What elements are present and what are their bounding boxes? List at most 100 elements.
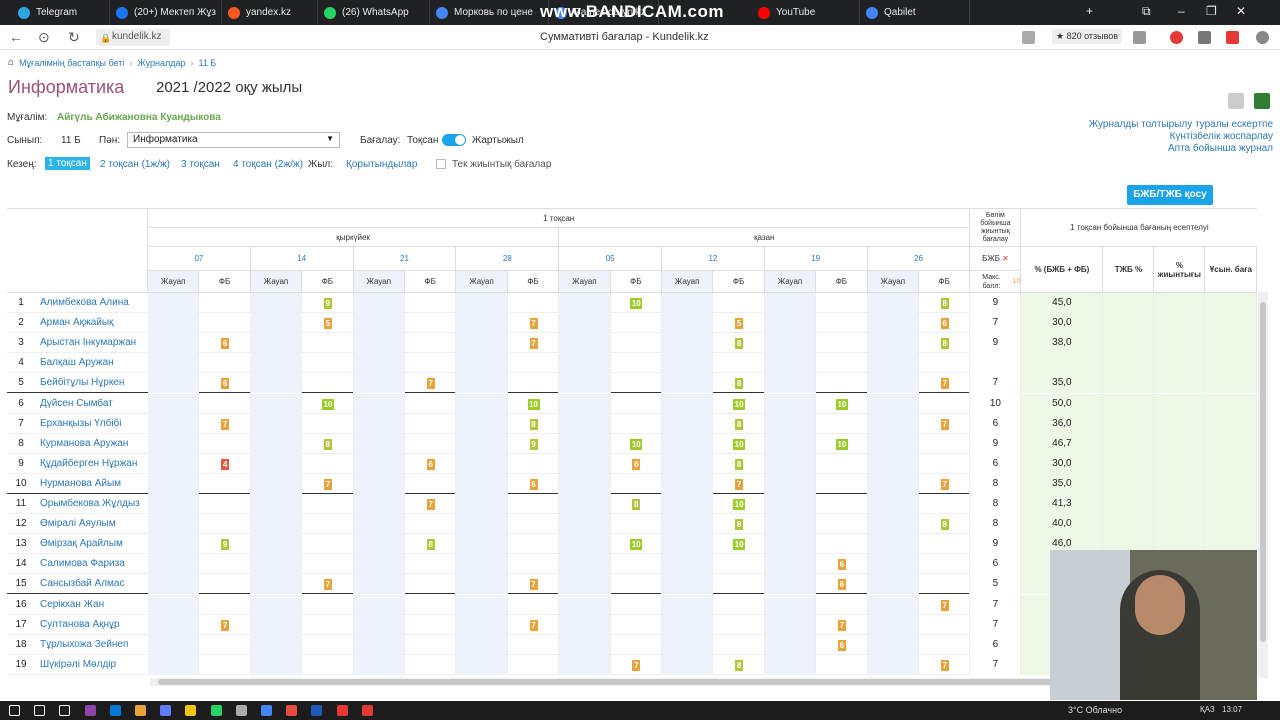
grade-cell[interactable] bbox=[148, 313, 200, 334]
student-name[interactable]: Шүкірәлі Мөлдір bbox=[40, 659, 116, 670]
grade-cell[interactable] bbox=[250, 353, 303, 374]
grade-cell[interactable] bbox=[713, 594, 765, 615]
excel-icon[interactable] bbox=[1254, 93, 1270, 109]
grade-cell[interactable] bbox=[713, 554, 765, 575]
grade-cell[interactable] bbox=[148, 554, 200, 575]
home-icon[interactable]: ⌂ bbox=[8, 57, 14, 68]
grade-cell[interactable] bbox=[559, 353, 611, 374]
grade-cell[interactable] bbox=[559, 413, 611, 434]
grade-cell[interactable] bbox=[764, 514, 817, 535]
grade-cell[interactable] bbox=[302, 534, 354, 555]
grade-badge[interactable]: 10 bbox=[630, 438, 643, 450]
grade-badge[interactable]: 6 bbox=[426, 458, 435, 470]
grade-cell[interactable] bbox=[919, 393, 971, 414]
grade-cell[interactable] bbox=[662, 293, 714, 313]
grade-cell[interactable] bbox=[353, 373, 405, 394]
grade-cell[interactable] bbox=[302, 634, 354, 655]
grade-cell[interactable] bbox=[919, 574, 971, 595]
grade-cell[interactable] bbox=[662, 473, 714, 494]
student-name[interactable]: Султанова Ақнұр bbox=[40, 619, 120, 630]
grade-cell[interactable] bbox=[148, 574, 200, 595]
grade-badge[interactable]: 6 bbox=[221, 338, 230, 350]
grade-cell[interactable] bbox=[405, 574, 457, 595]
summary-link[interactable]: Қорытындылар bbox=[346, 159, 417, 170]
grade-cell[interactable] bbox=[508, 453, 560, 474]
grade-cell[interactable] bbox=[302, 594, 354, 615]
grade-cell[interactable] bbox=[250, 574, 303, 595]
grade-cell[interactable] bbox=[405, 313, 457, 334]
grade-cell[interactable] bbox=[456, 293, 508, 313]
browser-tab[interactable]: Морковь по цене bbox=[430, 0, 549, 25]
grade-cell[interactable] bbox=[456, 534, 508, 555]
grade-cell[interactable] bbox=[816, 313, 868, 334]
grade-badge[interactable]: 7 bbox=[529, 579, 538, 591]
grade-cell[interactable] bbox=[816, 353, 868, 374]
grade-cell[interactable] bbox=[148, 654, 200, 675]
grade-badge[interactable]: 10 bbox=[527, 398, 540, 410]
grade-badge[interactable]: 10 bbox=[630, 539, 643, 551]
grade-cell[interactable] bbox=[764, 614, 817, 635]
grade-cell[interactable] bbox=[199, 353, 251, 374]
grade-cell[interactable] bbox=[662, 373, 714, 394]
grade-cell[interactable] bbox=[611, 614, 662, 635]
grade-cell[interactable] bbox=[199, 494, 251, 514]
student-name[interactable]: Ерханқызы Үлбібі bbox=[40, 418, 122, 429]
grade-cell[interactable] bbox=[405, 293, 457, 313]
bjb-score[interactable]: 6 bbox=[970, 453, 1022, 474]
grade-cell[interactable] bbox=[250, 453, 303, 474]
grade-cell[interactable] bbox=[611, 554, 662, 575]
grade-cell[interactable] bbox=[867, 614, 919, 635]
grade-cell[interactable] bbox=[662, 353, 714, 374]
grade-cell[interactable] bbox=[353, 473, 405, 494]
grade-cell[interactable] bbox=[456, 654, 508, 675]
subject-select[interactable]: Информатика ▼ bbox=[127, 132, 340, 148]
vertical-scrollbar[interactable] bbox=[1258, 292, 1268, 678]
record-icon[interactable] bbox=[361, 705, 373, 716]
grade-cell[interactable] bbox=[456, 453, 508, 474]
grade-cell[interactable] bbox=[559, 473, 611, 494]
grade-badge[interactable]: 7 bbox=[529, 318, 538, 330]
grade-badge[interactable]: 10 bbox=[733, 499, 746, 510]
student-name[interactable]: Өмірзақ Арайлым bbox=[40, 538, 123, 549]
grade-cell[interactable] bbox=[867, 333, 919, 354]
bookmark-icon[interactable] bbox=[1133, 31, 1146, 44]
grade-cell[interactable] bbox=[611, 333, 662, 354]
grade-cell[interactable] bbox=[148, 494, 200, 514]
browser-tab[interactable]: (26) WhatsApp bbox=[318, 0, 430, 25]
grade-cell[interactable] bbox=[559, 373, 611, 394]
student-name[interactable]: Салимова Фариза bbox=[40, 558, 125, 569]
grade-cell[interactable] bbox=[302, 514, 354, 535]
grade-cell[interactable] bbox=[456, 333, 508, 354]
grade-cell[interactable] bbox=[302, 453, 354, 474]
start-icon[interactable] bbox=[9, 705, 20, 716]
side-link-calendar[interactable]: Күнтізбелік жоспарлау bbox=[1170, 131, 1273, 142]
grade-cell[interactable] bbox=[816, 333, 868, 354]
grade-cell[interactable] bbox=[713, 634, 765, 655]
bjb-score[interactable]: 7 bbox=[970, 614, 1022, 635]
extension-icon-2[interactable] bbox=[1198, 31, 1211, 44]
grade-cell[interactable] bbox=[456, 594, 508, 615]
grading-toggle[interactable] bbox=[442, 134, 466, 146]
remove-icon[interactable]: ✕ bbox=[1002, 254, 1009, 263]
grade-cell[interactable] bbox=[816, 413, 868, 434]
student-name[interactable]: Дүйсен Сымбат bbox=[40, 398, 113, 409]
grade-cell[interactable] bbox=[764, 534, 817, 555]
reviews-badge[interactable]: ★ 820 отзывов bbox=[1052, 29, 1123, 44]
grade-badge[interactable]: 7 bbox=[940, 378, 949, 390]
grade-cell[interactable] bbox=[405, 554, 457, 575]
grade-badge[interactable]: 10 bbox=[835, 438, 848, 450]
grade-cell[interactable] bbox=[919, 494, 971, 514]
grade-cell[interactable] bbox=[816, 473, 868, 494]
grade-cell[interactable] bbox=[764, 473, 817, 494]
student-name[interactable]: Балқаш Аружан bbox=[40, 357, 114, 368]
grade-badge[interactable]: 8 bbox=[632, 499, 641, 510]
grade-badge[interactable]: 6 bbox=[837, 639, 846, 651]
grade-cell[interactable] bbox=[919, 433, 971, 454]
grade-badge[interactable]: 5 bbox=[323, 318, 332, 330]
grade-cell[interactable] bbox=[867, 534, 919, 555]
explorer-icon[interactable] bbox=[135, 705, 146, 716]
bjb-score[interactable]: 8 bbox=[970, 494, 1022, 514]
new-tab-icon[interactable]: + bbox=[1086, 4, 1093, 18]
grade-cell[interactable] bbox=[405, 353, 457, 374]
grade-cell[interactable] bbox=[867, 554, 919, 575]
